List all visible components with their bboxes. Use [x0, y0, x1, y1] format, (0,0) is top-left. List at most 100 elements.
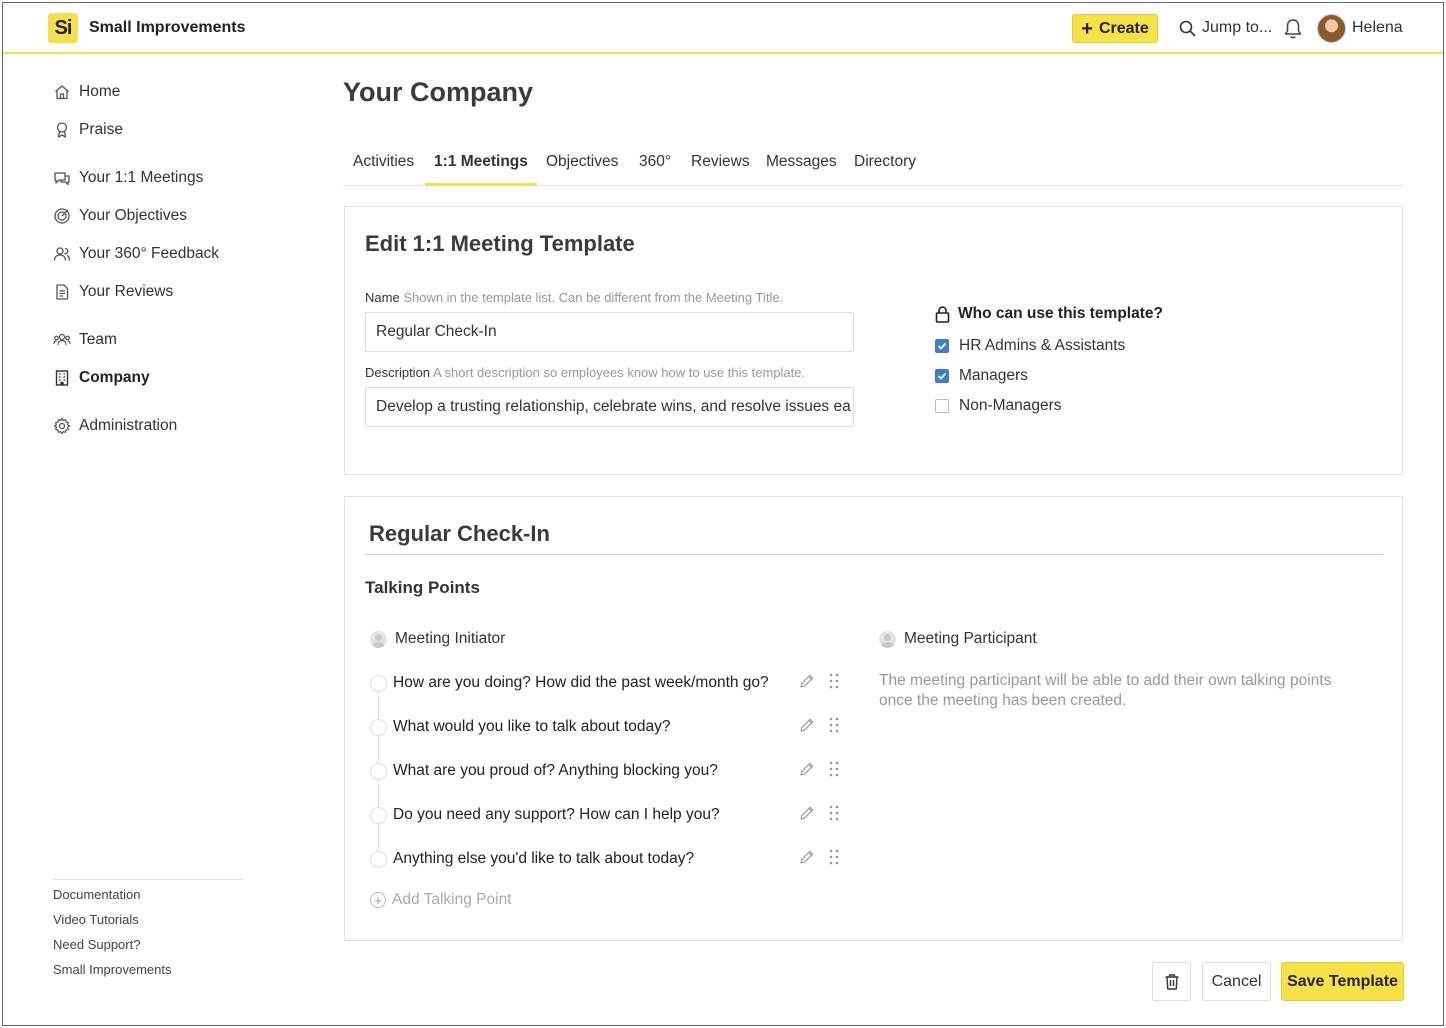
drag-handle-icon[interactable]	[828, 848, 840, 866]
create-button[interactable]: + Create	[1072, 14, 1158, 43]
create-button-label: Create	[1098, 19, 1149, 37]
participant-note: The meeting participant will be able to …	[879, 672, 1332, 709]
checkbox-unchecked[interactable]	[935, 399, 949, 413]
drag-handle-icon[interactable]	[828, 716, 840, 734]
video-tutorials-link[interactable]: Video Tutorials	[53, 912, 139, 927]
sidebar-item-team[interactable]: Team	[53, 329, 117, 351]
sidebar-item-home[interactable]: Home	[53, 81, 120, 103]
pencil-icon[interactable]	[798, 716, 816, 734]
brand-name: Small Improvements	[89, 19, 246, 36]
name-field-label: Name Shown in the template list. Can be …	[365, 290, 783, 305]
avatar[interactable]	[1317, 14, 1346, 43]
sidebar-divider	[53, 879, 243, 880]
checkmark-icon	[937, 342, 947, 350]
sidebar-item-company[interactable]: Company	[53, 367, 150, 389]
talking-point-check[interactable]	[370, 763, 387, 780]
sidebar-item-reviews[interactable]: Your Reviews	[53, 281, 173, 303]
person-icon	[370, 630, 387, 648]
edit-template-title: Edit 1:1 Meeting Template	[365, 231, 635, 256]
tab-directory[interactable]: Directory	[854, 153, 916, 186]
logo[interactable]: Si	[48, 13, 78, 43]
talking-point-text: How are you doing? How did the past week…	[393, 674, 769, 691]
tab-360[interactable]: 360°	[639, 153, 671, 186]
trash-icon	[1165, 973, 1178, 990]
add-talking-point-button[interactable]: + Add Talking Point	[370, 891, 512, 909]
tab-1on1-meetings[interactable]: 1:1 Meetings	[434, 153, 528, 186]
permission-non-managers[interactable]: Non-Managers	[935, 397, 1062, 415]
bell-icon[interactable]	[1283, 18, 1303, 40]
participant-column-header: Meeting Participant	[879, 630, 1037, 648]
sidebar-item-label: Your Objectives	[79, 207, 187, 224]
description-input[interactable]: Develop a trusting relationship, celebra…	[365, 387, 854, 427]
pencil-icon[interactable]	[798, 760, 816, 778]
sidebar-item-label: Administration	[79, 417, 178, 434]
talking-point-item: Do you need any support? How can I help …	[370, 804, 850, 828]
tab-activities[interactable]: Activities	[353, 153, 414, 186]
plus-icon: +	[1081, 17, 1093, 40]
talking-points-heading: Talking Points	[365, 578, 480, 597]
permission-label: Non-Managers	[959, 397, 1062, 414]
talking-point-item: What are you proud of? Anything blocking…	[370, 760, 850, 784]
talking-point-check[interactable]	[370, 851, 387, 868]
user-name[interactable]: Helena	[1352, 19, 1403, 37]
talking-point-text: Anything else you'd like to talk about t…	[393, 850, 695, 867]
checkbox-checked[interactable]	[935, 369, 949, 383]
person-icon	[879, 630, 896, 648]
description-field-label: Description A short description so emplo…	[365, 365, 805, 380]
template-preview-card: Regular Check-In Talking Points Meeting …	[344, 496, 1403, 941]
sidebar-item-360-feedback[interactable]: Your 360° Feedback	[53, 243, 219, 265]
sidebar-item-label: Your Reviews	[79, 283, 174, 300]
need-support-link[interactable]: Need Support?	[53, 937, 140, 952]
talking-point-check[interactable]	[370, 675, 387, 692]
talking-point-item: How are you doing? How did the past week…	[370, 672, 850, 696]
name-input[interactable]: Regular Check-In	[365, 312, 854, 352]
permission-managers[interactable]: Managers	[935, 367, 1028, 385]
search-icon	[1179, 20, 1196, 36]
sidebar-item-meetings[interactable]: Your 1:1 Meetings	[53, 167, 203, 189]
who-can-use-heading: Who can use this template?	[935, 305, 1163, 323]
who-can-use-label: Who can use this template?	[958, 305, 1163, 322]
participant-label: Meeting Participant	[904, 630, 1037, 647]
sidebar-item-label: Praise	[79, 121, 123, 138]
name-hint: Shown in the template list. Can be diffe…	[403, 290, 784, 305]
drag-handle-icon[interactable]	[828, 672, 840, 690]
edit-template-card: Edit 1:1 Meeting Template Name Shown in …	[344, 206, 1403, 475]
talking-point-check[interactable]	[370, 719, 387, 736]
jump-to-search[interactable]: Jump to...	[1179, 17, 1272, 39]
home-icon	[55, 85, 69, 100]
sidebar-item-administration[interactable]: Administration	[53, 415, 177, 437]
sidebar-item-objectives[interactable]: Your Objectives	[53, 205, 187, 227]
talking-point-text: What would you like to talk about today?	[393, 718, 671, 735]
cancel-button[interactable]: Cancel	[1202, 962, 1271, 1001]
sidebar-item-praise[interactable]: Praise	[53, 119, 123, 141]
pencil-icon[interactable]	[798, 672, 816, 690]
checkbox-checked[interactable]	[935, 339, 949, 353]
tab-messages[interactable]: Messages	[766, 153, 837, 186]
chat-icon	[54, 172, 70, 186]
small-improvements-link[interactable]: Small Improvements	[53, 962, 171, 977]
permission-label: HR Admins & Assistants	[959, 337, 1126, 354]
talking-point-text: Do you need any support? How can I help …	[393, 806, 720, 823]
permission-hr-admins[interactable]: HR Admins & Assistants	[935, 337, 1125, 355]
tab-objectives[interactable]: Objectives	[546, 153, 618, 186]
preview-divider	[365, 554, 1383, 555]
save-template-button[interactable]: Save Template	[1281, 962, 1404, 1001]
document-icon	[56, 284, 69, 300]
delete-template-button[interactable]	[1152, 962, 1191, 1001]
drag-handle-icon[interactable]	[828, 760, 840, 778]
drag-handle-icon[interactable]	[828, 804, 840, 822]
documentation-link[interactable]: Documentation	[53, 887, 140, 902]
building-icon	[55, 370, 69, 386]
talking-point-check[interactable]	[370, 807, 387, 824]
pencil-icon[interactable]	[798, 804, 816, 822]
sidebar-item-label: Your 360° Feedback	[79, 245, 220, 262]
permission-label: Managers	[959, 367, 1028, 384]
tab-reviews[interactable]: Reviews	[691, 153, 750, 186]
top-bar: Si Small Improvements + Create Jump to..…	[3, 3, 1443, 54]
description-hint: A short description so employees know ho…	[432, 365, 806, 380]
gear-icon	[53, 417, 71, 435]
page-title: Your Company	[343, 77, 534, 107]
sidebar-item-label: Home	[79, 83, 121, 100]
pencil-icon[interactable]	[798, 848, 816, 866]
initiator-label: Meeting Initiator	[395, 630, 506, 647]
